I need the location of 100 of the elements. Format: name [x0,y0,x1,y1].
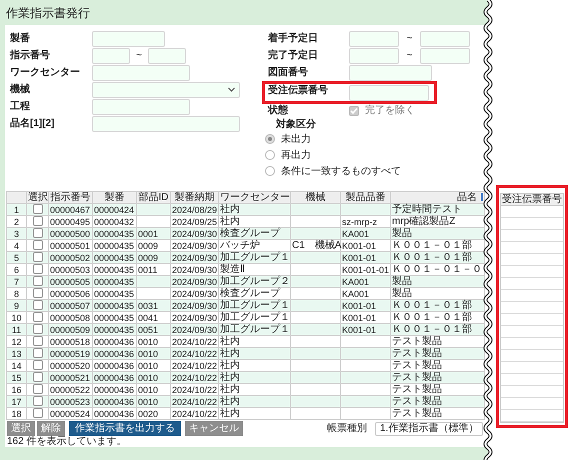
table-cell: 00000435 [92,276,136,288]
table-cell: 00000519 [48,348,92,360]
table-cell: 00000436 [92,408,136,420]
table-cell: 2024/10/22 [170,372,218,384]
text-field[interactable] [349,30,399,46]
table-cell: 製品 [390,228,484,240]
row-number: 7 [6,276,26,288]
table-cell: 00000509 [48,324,92,336]
row-checkbox[interactable] [32,360,42,370]
column-header[interactable]: 指示番号 [48,192,92,204]
table-cell: 2024/10/22 [170,396,218,408]
field-label: 製番 [10,33,31,44]
row-checkbox[interactable] [32,264,42,274]
column-header[interactable]: 機械 [290,192,340,204]
row-checkbox[interactable] [32,324,42,334]
field-label: 完了予定日 [268,50,319,61]
row-checkbox[interactable] [32,252,42,262]
text-field[interactable] [349,85,429,101]
row-checkbox[interactable] [32,348,42,358]
field-label: 指示番号 [10,50,51,61]
radio-label: 条件に一致するものすべて [281,166,401,176]
row-checkbox[interactable] [32,300,42,310]
table-cell: 00000507 [48,300,92,312]
row-checkbox[interactable] [32,384,42,394]
text-field[interactable] [420,30,470,46]
table-cell: 2024/10/22 [170,408,218,420]
text-field[interactable] [92,30,165,46]
row-number: 13 [6,348,26,360]
table-cell: 社内 [218,348,290,360]
text-field[interactable] [349,48,399,64]
table-cell: 00000424 [92,204,136,216]
column-header[interactable]: ワークセンター [218,192,290,204]
row-checkbox[interactable] [32,216,42,226]
table-cell: 00000435 [92,300,136,312]
radio-label: 再出力 [281,150,311,160]
row-checkbox[interactable] [32,276,42,286]
table-cell: テスト製品 [390,396,484,408]
dropdown-field[interactable] [92,82,240,98]
row-checkbox[interactable] [32,408,42,418]
report-type-select[interactable]: 1.作業指示書（標準） [375,422,483,436]
row-number: 15 [6,372,26,384]
table-cell: 00000502 [48,252,92,264]
text-field[interactable] [420,48,470,64]
column-header: 品名 [457,192,477,202]
row-number: 5 [6,252,26,264]
radio-button[interactable] [265,134,275,144]
table-cell: K001-01 [340,252,390,264]
table-cell: 加工グループ１ [218,324,290,336]
table-cell: 00000436 [92,348,136,360]
text-field[interactable] [148,48,186,64]
field-label: 図面番号 [268,67,309,78]
text-field[interactable] [349,64,432,80]
range-separator: ~ [406,50,414,61]
radio-button[interactable] [265,150,275,160]
row-checkbox[interactable] [32,288,42,298]
table-cell: 0020 [136,408,170,420]
column-header[interactable]: 製番納期 [170,192,218,204]
row-checkbox[interactable] [32,204,42,214]
field-label: 工程 [10,101,31,112]
text-field[interactable] [92,48,130,64]
row-checkbox[interactable] [32,396,42,406]
table-cell: 00000521 [48,372,92,384]
row-checkbox[interactable] [32,312,42,322]
row-checkbox[interactable] [32,228,42,238]
action-button[interactable]: 作業指示書を出力する [69,421,181,436]
table-cell: 00000436 [92,372,136,384]
row-checkbox[interactable] [32,240,42,250]
table-cell: KA001 [340,276,390,288]
column-header[interactable]: 受注伝票番号 [501,194,563,206]
table-cell: K001-01 [340,324,390,336]
table-cell: K001-01 [340,300,390,312]
table-cell: 00000523 [48,396,92,408]
radio-label: 未出力 [281,134,311,144]
table-cell: 2024/09/30 [170,324,218,336]
column-header[interactable]: 部品ID [136,192,170,204]
table-cell: 社内 [218,396,290,408]
table-cell: 2024/09/30 [170,300,218,312]
text-field[interactable] [92,98,190,114]
table-cell: 00000435 [92,324,136,336]
row-number: 11 [6,324,26,336]
row-checkbox[interactable] [32,372,42,382]
table-cell: KA001 [340,228,390,240]
table-cell: 00000435 [92,228,136,240]
table-cell: 2024/09/30 [170,252,218,264]
table-cell: 検査グループ [218,228,290,240]
table-cell: 社内 [218,408,290,420]
table-cell: テスト製品 [390,372,484,384]
row-number: 3 [6,228,26,240]
field-label: ワークセンター [10,67,81,78]
column-header[interactable]: 製番 [92,192,136,204]
text-field[interactable] [92,64,190,80]
column-header[interactable]: 選択 [26,192,48,204]
text-field[interactable] [92,116,240,132]
table-cell: テスト製品 [390,408,484,420]
table-cell: 2024/09/30 [170,228,218,240]
chevron-down-icon [228,87,235,92]
radio-button[interactable] [265,166,275,176]
table-cell: 00000505 [48,276,92,288]
row-checkbox[interactable] [32,336,42,346]
column-header[interactable]: 製品品番 [340,192,390,204]
